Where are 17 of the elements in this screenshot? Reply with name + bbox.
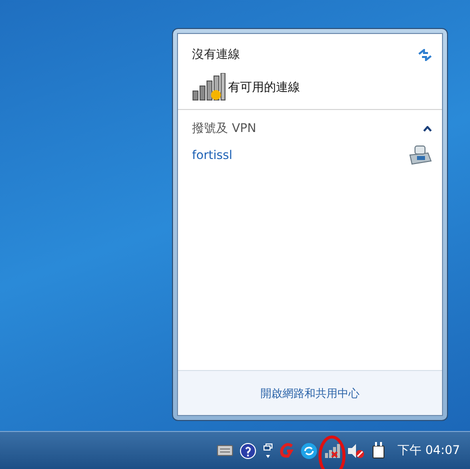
phone-icon [408,145,432,165]
connection-item[interactable]: fortissl [192,148,232,162]
network-center-link[interactable]: 開啟網路和共用中心 [260,386,360,400]
help-icon[interactable] [240,442,256,458]
network-icon[interactable] [324,443,340,458]
speaker-muted-icon[interactable] [346,442,365,458]
signal-bars-icon [192,73,226,101]
clock-text[interactable]: 下午 04:07 [398,442,460,459]
refresh-icon[interactable] [418,48,432,60]
available-text: 有可用的連線 [228,78,300,96]
collapse-chevron-icon[interactable] [423,126,432,132]
keyboard-icon[interactable] [216,445,233,456]
power-plug-icon[interactable] [372,442,385,459]
windows-icon[interactable] [262,442,273,458]
section-title: 撥號及 VPN [192,120,256,137]
status-text: 沒有連線 [192,46,240,63]
sync-icon[interactable] [300,442,317,458]
